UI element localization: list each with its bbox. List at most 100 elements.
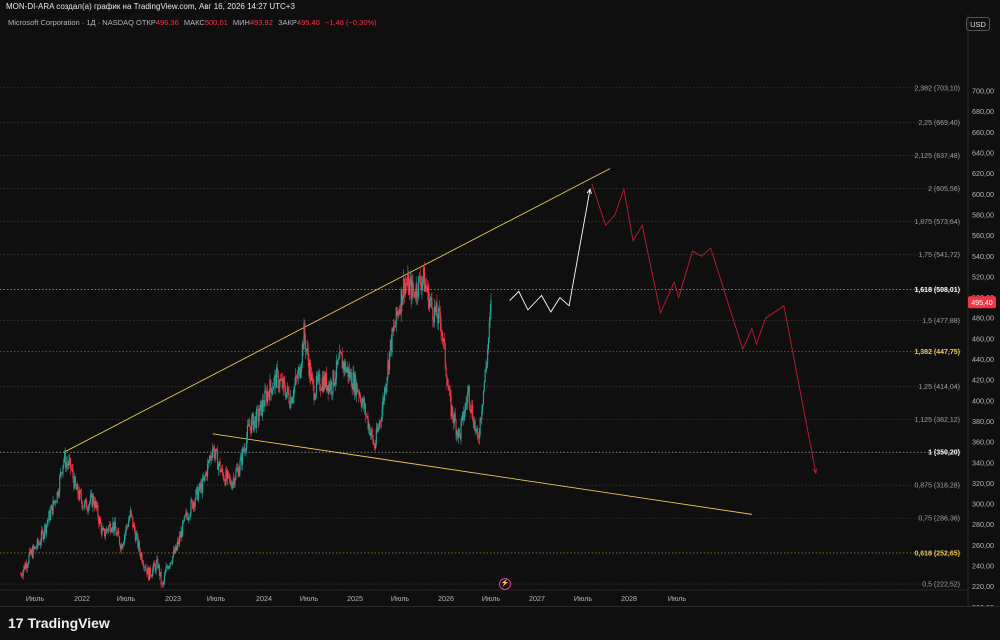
y-tick-label: 260,00 [972, 541, 994, 550]
candle-body [404, 283, 406, 295]
candle-body [446, 375, 448, 386]
candle-body [111, 528, 113, 531]
candle-body [271, 390, 273, 395]
candle-body [372, 435, 374, 444]
candle-body [130, 510, 132, 515]
candle-body [160, 572, 162, 585]
y-tick-label: 580,00 [972, 210, 994, 219]
candle-body [258, 415, 260, 422]
candle-body [85, 499, 87, 510]
y-tick-label: 320,00 [972, 479, 994, 488]
candle-body [97, 505, 99, 518]
candle-body [216, 448, 218, 451]
candle-body [481, 411, 483, 420]
candle-body [248, 424, 250, 427]
candle-body [356, 382, 358, 392]
candle-body [276, 367, 278, 372]
candle-body [284, 382, 286, 393]
candle-body [490, 300, 492, 312]
candle-body [461, 416, 463, 423]
candle-body [264, 390, 266, 407]
candle-body [176, 545, 178, 551]
candle-body [63, 460, 65, 466]
candle-body [86, 509, 88, 510]
candle-body [116, 533, 118, 536]
candle-body [291, 399, 293, 404]
candle-body [293, 387, 295, 397]
x-tick-label: 2028 [621, 594, 637, 603]
x-tick-label: Июль [391, 594, 410, 603]
candle-body [80, 492, 82, 502]
event-bolt-icon[interactable]: ⚡ [499, 578, 511, 590]
candle-body [267, 391, 269, 395]
fib-label: 0,618 (252,65) [914, 550, 960, 557]
candle-body [361, 401, 363, 407]
tradingview-logo[interactable]: 17 TradingView [8, 615, 110, 631]
candle-body [122, 544, 124, 549]
y-tick-label: 680,00 [972, 107, 994, 116]
candle-body [454, 413, 456, 421]
candle-body [319, 374, 321, 390]
candle-body [236, 469, 238, 471]
candle-body [259, 404, 261, 416]
candle-body [125, 526, 127, 532]
x-tick-label: Июль [300, 594, 319, 603]
symbol-legend[interactable]: Microsoft Corporation · 1Д · NASDAQ ОТКР… [8, 18, 380, 27]
candle-body [465, 403, 467, 405]
candle-body [279, 379, 281, 387]
candle-body [72, 469, 74, 479]
x-tick-label: Июль [574, 594, 593, 603]
candle-body [288, 393, 290, 404]
candle-body [151, 575, 153, 577]
currency-button[interactable]: USD [966, 17, 990, 31]
candle-body [428, 299, 431, 309]
fib-label: 1,875 (573,64) [914, 219, 960, 226]
candle-body [300, 371, 302, 378]
y-tick-label: 400,00 [972, 396, 994, 405]
candle-body [418, 276, 420, 298]
y-tick-label: 600,00 [972, 190, 994, 199]
candle-body [312, 378, 314, 386]
candle-body [138, 541, 141, 552]
candle-body [378, 426, 380, 428]
candle-body [412, 280, 414, 291]
candle-body [452, 406, 454, 419]
candle-body [184, 515, 186, 517]
candle-body [123, 535, 126, 543]
candle-body [277, 371, 279, 389]
candle-body [246, 437, 248, 450]
candle-body [441, 332, 443, 336]
candle-body [168, 565, 170, 567]
candle-body [58, 492, 60, 496]
candle-body [265, 390, 267, 392]
candle-body [20, 574, 23, 576]
fib-label: 2 (605,56) [928, 186, 960, 193]
candle-body [273, 378, 275, 388]
candle-body [27, 563, 29, 566]
candle-body [389, 351, 391, 371]
x-tick-label: 2023 [165, 594, 181, 603]
candle-body [163, 581, 165, 585]
candle-body [422, 277, 424, 283]
candle-body [22, 570, 24, 576]
candle-body [164, 572, 166, 576]
candle-body [413, 291, 416, 298]
open-label: ОТКР [136, 18, 156, 27]
last-price-label: 495,40 [971, 300, 993, 307]
candle-body [251, 418, 253, 434]
candle-body [270, 379, 272, 389]
candle-body [165, 566, 167, 573]
candle-body [43, 534, 45, 540]
candle-body [311, 374, 313, 379]
candle-body [338, 358, 340, 360]
candle-body [439, 311, 441, 324]
candle-body [47, 519, 49, 523]
candle-body [68, 460, 70, 466]
price-chart[interactable]: 2,382 (703,10) 2,25 (669,40) 2,125 (637,48… [0, 0, 1000, 606]
candle-body [89, 495, 92, 503]
candle-body [182, 521, 185, 522]
fib-label: 1,75 (541,72) [918, 252, 960, 259]
candle-body [416, 283, 418, 297]
candle-body [394, 324, 396, 328]
candle-body [28, 555, 30, 564]
